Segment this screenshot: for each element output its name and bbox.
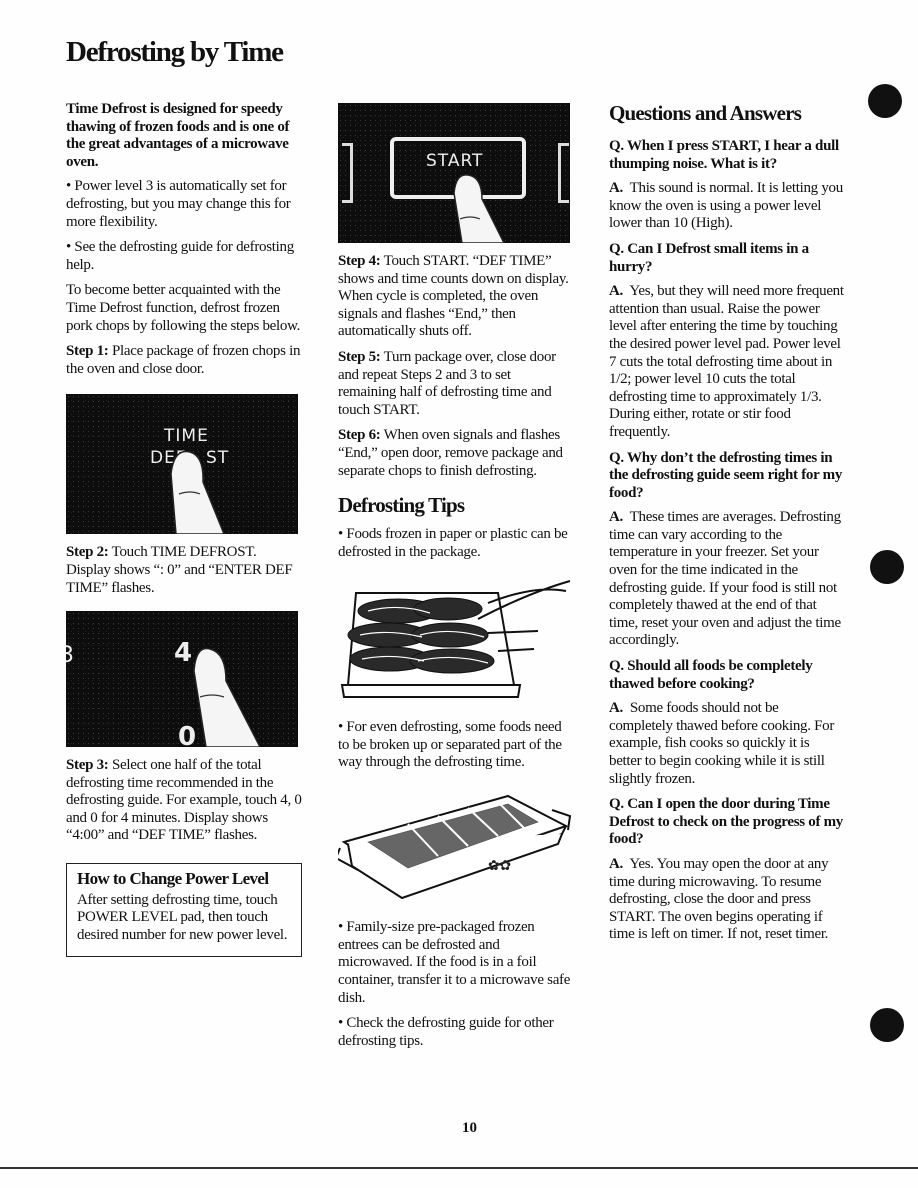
pork-chops-tray-illustration xyxy=(340,580,571,699)
finger-icon xyxy=(453,174,505,243)
question: Q. When I press START, I hear a dull thu… xyxy=(609,138,839,172)
qa-title: Questions and Answers xyxy=(609,101,802,125)
flower-decoration-icon: ✿✿ xyxy=(488,859,511,874)
number-pad-photo: 3 4 0 xyxy=(66,611,298,748)
page-title: Defrosting by Time xyxy=(66,36,284,68)
acquaint-text: To become better acquainted with the Tim… xyxy=(66,282,301,334)
step-2: Step 2: Touch TIME DEFROST. Display show… xyxy=(66,544,293,596)
binder-hole-middle xyxy=(870,550,904,584)
column-middle: START Step 4: Touch START. “DEF TIME” sh… xyxy=(334,103,572,1058)
power-level-box: How to Change Power Level After setting … xyxy=(66,863,302,958)
footer-rule xyxy=(0,1167,918,1169)
start-button-photo: START xyxy=(338,103,570,243)
page-number: 10 xyxy=(462,1120,477,1136)
bullet-power-level: • Power level 3 is automatically set for… xyxy=(66,178,291,230)
answer: A. These times are averages. Defrosting … xyxy=(609,509,841,649)
power-level-box-text: After setting defrosting time, touch POW… xyxy=(77,891,288,943)
casserole-dish-illustration: ✿✿ xyxy=(334,794,572,899)
column-left: Time Defrost is designed for speedy thaw… xyxy=(66,101,302,958)
time-defrost-photo: TIME DEF ST xyxy=(66,394,298,535)
bullet-defrost-guide: • See the defrosting guide for defrostin… xyxy=(66,239,294,273)
answer: A. This sound is normal. It is letting y… xyxy=(609,180,843,232)
question: Q. Can I Defrost small items in a hurry? xyxy=(609,240,809,275)
qa-item: Q. Can I open the door during Time Defro… xyxy=(609,796,845,944)
answer: A. Some foods should not be completely t… xyxy=(609,700,835,787)
finger-icon xyxy=(193,647,261,748)
answer: A. Yes. You may open the door at any tim… xyxy=(609,855,829,943)
step-1: Step 1: Place package of frozen chops in… xyxy=(66,343,301,377)
finger-icon xyxy=(170,451,225,535)
qa-item: Q. Should all foods be completely thawed… xyxy=(609,658,845,788)
power-level-box-title: How to Change Power Level xyxy=(77,869,269,889)
tip-paper-plastic: • Foods frozen in paper or plastic can b… xyxy=(338,526,568,560)
tip-break-up: • For even defrosting, some foods need t… xyxy=(338,718,562,771)
qa-item: Q. Why don’t the defrosting times in the… xyxy=(609,450,845,651)
intro-text: Time Defrost is designed for speedy thaw… xyxy=(66,101,290,170)
binder-hole-bottom xyxy=(870,1008,904,1042)
step-6: Step 6: When oven signals and flashes “E… xyxy=(338,427,563,479)
answer: A. Yes, but they will need more frequent… xyxy=(609,283,844,440)
step-5: Step 5: Turn package over, close door an… xyxy=(338,348,556,418)
binder-hole-top xyxy=(868,84,902,118)
tip-check-guide: • Check the defrosting guide for other d… xyxy=(338,1015,554,1049)
step-4: Step 4: Touch START. “DEF TIME” shows an… xyxy=(338,253,569,340)
question: Q. Should all foods be completely thawed… xyxy=(609,658,813,692)
tip-family-size: • Family-size pre-packaged frozen entree… xyxy=(338,919,571,1006)
qa-item: Q. Can I Defrost small items in a hurry?… xyxy=(609,241,845,442)
qa-item: Q. When I press START, I hear a dull thu… xyxy=(609,138,845,233)
step-3: Step 3: Select one half of the total def… xyxy=(66,757,302,844)
question: Q. Can I open the door during Time Defro… xyxy=(609,796,843,848)
column-right: Questions and Answers Q. When I press ST… xyxy=(609,98,845,952)
question: Q. Why don’t the defrosting times in the… xyxy=(609,449,843,501)
defrosting-tips-title: Defrosting Tips xyxy=(338,493,465,518)
